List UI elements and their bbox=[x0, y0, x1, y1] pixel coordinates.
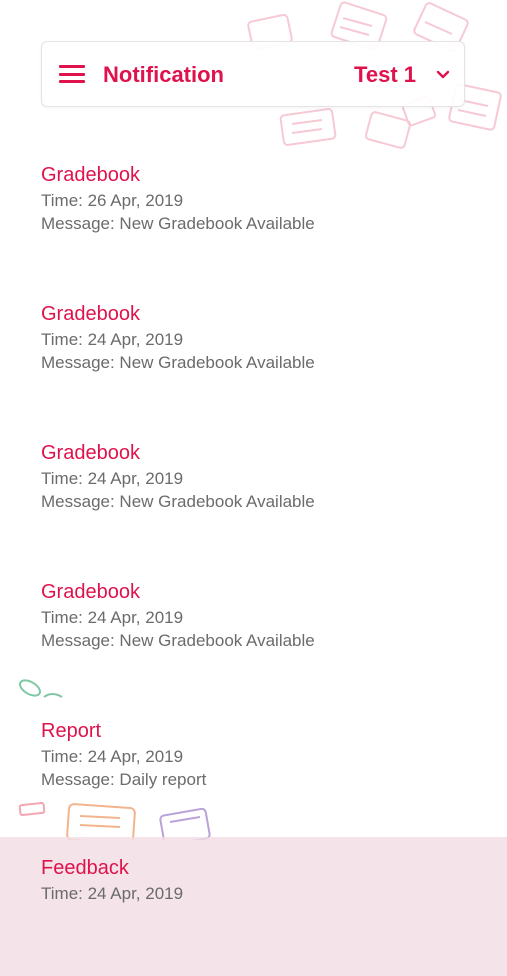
notification-message: Message: New Gradebook Available bbox=[41, 631, 315, 650]
notification-time: Time: 24 Apr, 2019 bbox=[41, 747, 184, 766]
notification-item-selected[interactable]: Feedback Time: 24 Apr, 2019 bbox=[0, 837, 507, 976]
notification-item[interactable]: Gradebook Time: 24 Apr, 2019 Message: Ne… bbox=[0, 570, 507, 709]
notification-title: Gradebook bbox=[41, 303, 140, 325]
notification-message: Message: New Gradebook Available bbox=[41, 214, 315, 233]
notification-time: Time: 24 Apr, 2019 bbox=[41, 884, 184, 903]
notification-title: Gradebook bbox=[41, 442, 140, 464]
notification-time: Time: 24 Apr, 2019 bbox=[41, 469, 184, 488]
notification-message: Message: Daily report bbox=[41, 770, 207, 789]
chevron-down-icon bbox=[436, 70, 450, 79]
notification-message: Message: New Gradebook Available bbox=[41, 492, 315, 511]
notification-title: Gradebook bbox=[41, 164, 140, 186]
notification-title: Gradebook bbox=[41, 581, 140, 603]
test-selector-dropdown[interactable]: Test 1 bbox=[354, 56, 450, 94]
header-bar: Notification Test 1 bbox=[41, 41, 465, 107]
notification-item[interactable]: Gradebook Time: 24 Apr, 2019 Message: Ne… bbox=[0, 292, 507, 431]
notification-title: Feedback bbox=[41, 857, 129, 879]
notification-time: Time: 26 Apr, 2019 bbox=[41, 191, 184, 210]
page-title: Notification bbox=[103, 62, 224, 87]
hamburger-menu-icon[interactable] bbox=[59, 64, 85, 84]
notification-item[interactable]: Report Time: 24 Apr, 2019 Message: Daily… bbox=[0, 709, 507, 848]
notification-time: Time: 24 Apr, 2019 bbox=[41, 330, 184, 349]
notification-title: Report bbox=[41, 720, 102, 742]
test-selector-label: Test 1 bbox=[354, 62, 416, 87]
notification-item[interactable]: Gradebook Time: 24 Apr, 2019 Message: Ne… bbox=[0, 431, 507, 570]
notification-item[interactable]: Gradebook Time: 26 Apr, 2019 Message: Ne… bbox=[0, 153, 507, 292]
notification-message: Message: New Gradebook Available bbox=[41, 353, 315, 372]
notification-time: Time: 24 Apr, 2019 bbox=[41, 608, 184, 627]
